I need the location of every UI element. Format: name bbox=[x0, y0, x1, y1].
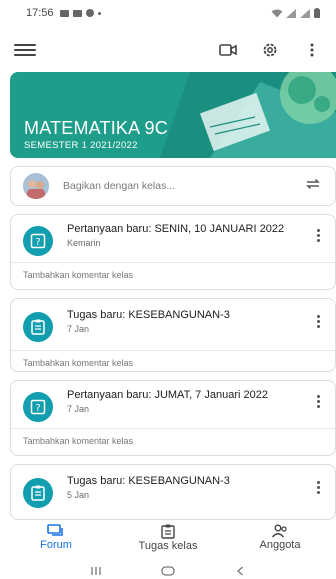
nav-forum-label: Forum bbox=[40, 539, 72, 551]
item-more-options-icon[interactable] bbox=[311, 389, 325, 422]
status-bar: 17:56 bbox=[0, 0, 336, 26]
stream-item-title: Tugas baru: KESEBANGUNAN-3 bbox=[67, 309, 230, 321]
repost-icon[interactable] bbox=[305, 177, 321, 196]
forum-icon bbox=[47, 524, 63, 536]
nav-classwork-label: Tugas kelas bbox=[138, 540, 198, 552]
nav-people[interactable]: Anggota bbox=[230, 524, 330, 551]
item-more-options-icon[interactable] bbox=[311, 475, 325, 508]
assignment-icon bbox=[23, 478, 53, 508]
settings-gear-icon[interactable] bbox=[260, 40, 280, 60]
stream-item[interactable]: ? Pertanyaan baru: SENIN, 10 JANUARI 202… bbox=[10, 214, 336, 290]
add-class-comment[interactable]: Tambahkan komentar kelas bbox=[11, 350, 335, 375]
stream-item-title: Tugas baru: KESEBANGUNAN-3 bbox=[67, 475, 230, 487]
signal-2-icon bbox=[300, 8, 310, 18]
add-class-comment[interactable]: Tambahkan komentar kelas bbox=[11, 428, 335, 453]
stream-item-date: 7 Jan bbox=[67, 404, 90, 414]
stream-item[interactable]: Tugas baru: KESEBANGUNAN-3 7 Jan Tambahk… bbox=[10, 298, 336, 372]
add-class-comment[interactable]: Tambahkan komentar kelas bbox=[11, 262, 335, 287]
svg-text:?: ? bbox=[35, 403, 40, 414]
stream-item-title: Pertanyaan baru: SENIN, 10 JANUARI 2022 bbox=[67, 223, 285, 235]
nav-people-label: Anggota bbox=[259, 539, 301, 551]
more-options-icon[interactable] bbox=[302, 40, 322, 60]
item-more-options-icon[interactable] bbox=[311, 223, 325, 256]
people-icon bbox=[271, 524, 287, 538]
video-call-icon[interactable] bbox=[218, 40, 238, 60]
nav-classwork[interactable]: Tugas kelas bbox=[118, 524, 218, 552]
system-navigation-bar bbox=[0, 562, 336, 579]
back-icon[interactable] bbox=[230, 564, 250, 578]
stream-item[interactable]: Tugas baru: KESEBANGUNAN-3 5 Jan bbox=[10, 464, 336, 520]
battery-icon bbox=[314, 8, 320, 18]
assignment-icon bbox=[23, 312, 53, 342]
bottom-navigation: Forum Tugas kelas Anggota bbox=[0, 524, 336, 558]
image-notification-icon bbox=[59, 9, 69, 17]
more-notifications-dot bbox=[97, 11, 101, 15]
home-icon[interactable] bbox=[158, 564, 178, 578]
classwork-icon bbox=[161, 524, 175, 539]
app-bar bbox=[0, 30, 336, 70]
stream-item[interactable]: ? Pertanyaan baru: JUMAT, 7 Januari 2022… bbox=[10, 380, 336, 456]
stream-item-date: Kemarin bbox=[67, 238, 101, 248]
recent-apps-icon[interactable] bbox=[86, 564, 106, 578]
menu-icon[interactable] bbox=[14, 42, 36, 58]
signal-icon bbox=[286, 8, 296, 18]
app-notification-icon bbox=[72, 9, 82, 17]
svg-text:?: ? bbox=[35, 237, 40, 248]
system-status-icons bbox=[271, 8, 320, 18]
class-title: MATEMATIKA 9C bbox=[24, 118, 168, 138]
class-banner: MATEMATIKA 9C SEMESTER 1 2021/2022 bbox=[10, 72, 336, 158]
question-icon: ? bbox=[23, 226, 53, 256]
stream-item-date: 7 Jan bbox=[67, 324, 90, 334]
stream-item-date: 5 Jan bbox=[67, 490, 90, 500]
share-with-class-box[interactable]: Bagikan dengan kelas... bbox=[10, 166, 336, 206]
user-avatar bbox=[23, 173, 49, 199]
share-placeholder: Bagikan dengan kelas... bbox=[63, 180, 176, 192]
item-more-options-icon[interactable] bbox=[311, 309, 325, 342]
class-section: SEMESTER 1 2021/2022 bbox=[24, 140, 138, 151]
settings-notification-icon bbox=[85, 9, 94, 17]
notification-icons bbox=[59, 9, 101, 17]
wifi-icon bbox=[271, 9, 283, 17]
nav-forum[interactable]: Forum bbox=[6, 524, 106, 551]
status-time: 17:56 bbox=[26, 7, 54, 19]
question-icon: ? bbox=[23, 392, 53, 422]
stream-item-title: Pertanyaan baru: JUMAT, 7 Januari 2022 bbox=[67, 389, 268, 401]
